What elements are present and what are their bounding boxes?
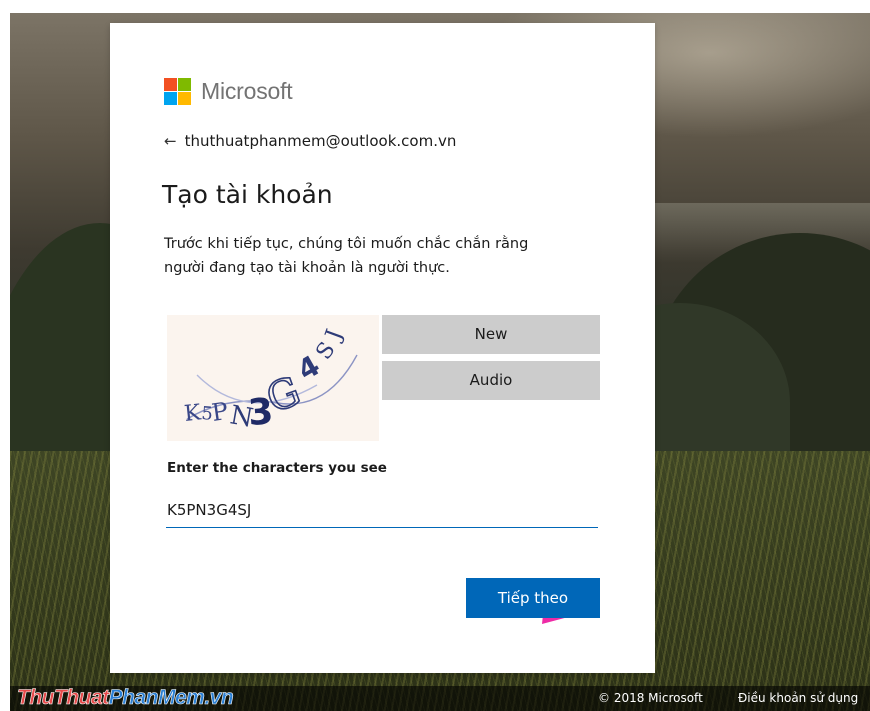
- arrow-left-icon[interactable]: ←: [164, 132, 177, 150]
- logo-square-red: [164, 78, 177, 91]
- page-title: Tạo tài khoản: [162, 180, 333, 209]
- logo-square-green: [178, 78, 191, 91]
- captcha-image: K 5 P N 3 G 4 S J: [167, 315, 379, 441]
- watermark-part: PhanMem.vn: [108, 686, 234, 710]
- microsoft-logo-icon: [164, 78, 191, 105]
- description-line: người đang tạo tài khoản là người thực.: [164, 260, 450, 276]
- description-line: Trước khi tiếp tục, chúng tôi muốn chắc …: [164, 236, 529, 252]
- audio-captcha-button[interactable]: Audio: [382, 361, 600, 400]
- logo-square-blue: [164, 92, 177, 105]
- captcha-input[interactable]: [166, 493, 598, 528]
- account-email: thuthuatphanmem@outlook.com.vn: [184, 132, 457, 150]
- logo-square-yellow: [178, 92, 191, 105]
- watermark-part: ThuThuat: [17, 686, 110, 710]
- next-button[interactable]: Tiếp theo: [466, 578, 600, 618]
- captcha-char: S: [311, 338, 340, 365]
- captcha-char: P: [210, 397, 230, 427]
- captcha-char: K: [183, 400, 203, 427]
- footer-bar: ThuThuatPhanMem.vn © 2018 Microsoft Điều…: [10, 686, 870, 711]
- watermark-logo: ThuThuatPhanMem.vn: [17, 686, 234, 710]
- signup-card: Microsoft ← thuthuatphanmem@outlook.com.…: [110, 23, 655, 673]
- microsoft-logo: Microsoft: [164, 78, 293, 105]
- copyright-text: © 2018 Microsoft: [598, 691, 703, 705]
- identity-banner[interactable]: ← thuthuatphanmem@outlook.com.vn: [164, 132, 456, 150]
- captcha-glyphs: K 5 P N 3 G 4 S J: [183, 326, 358, 434]
- terms-link[interactable]: Điều khoản sử dụng: [738, 691, 858, 705]
- brand-name: Microsoft: [201, 78, 293, 104]
- new-captcha-button[interactable]: New: [382, 315, 600, 354]
- page-description: Trước khi tiếp tục, chúng tôi muốn chắc …: [164, 232, 604, 280]
- captcha-field-label: Enter the characters you see: [167, 460, 387, 476]
